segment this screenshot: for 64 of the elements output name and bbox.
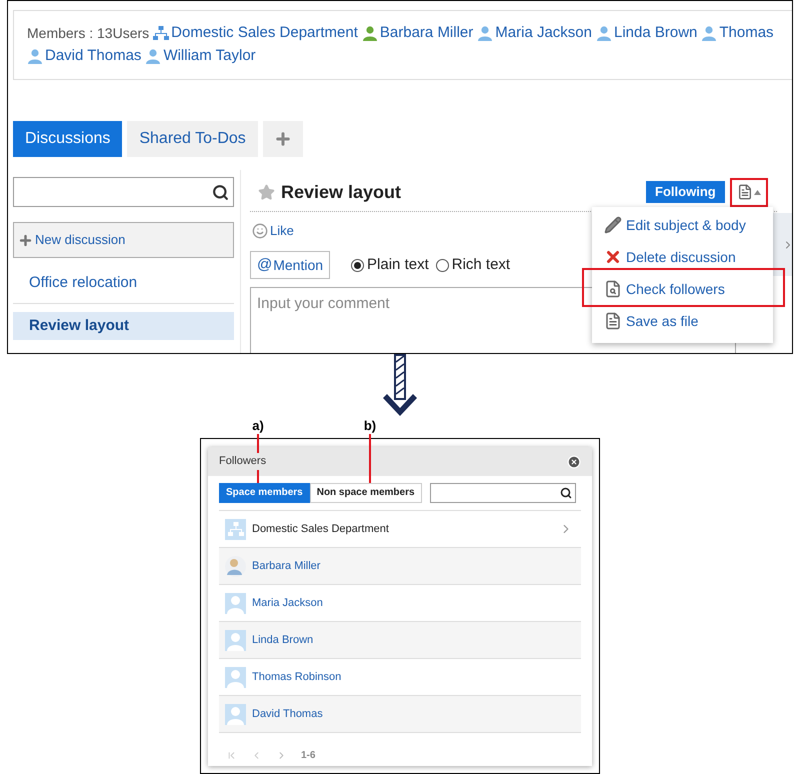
at-icon: @ <box>257 254 272 276</box>
member-link[interactable]: David Thomas <box>45 46 142 66</box>
menu-item[interactable]: Delete discussion <box>592 241 773 273</box>
user-avatar-icon <box>225 630 246 650</box>
follower-row[interactable]: David Thomas <box>219 696 581 733</box>
menu-button[interactable] <box>730 178 768 206</box>
org-chart-icon <box>225 518 246 540</box>
document-search-icon <box>604 280 622 298</box>
close-icon[interactable] <box>567 454 581 468</box>
user-avatar-icon <box>225 704 246 724</box>
page-range: 1-6 <box>301 749 316 763</box>
member-link[interactable]: Thomas <box>719 23 774 43</box>
discussion-item[interactable]: Office relocation <box>13 268 234 304</box>
radio-label: Rich text <box>452 254 510 275</box>
discussion-item[interactable]: Review layout <box>13 312 234 340</box>
radio-label: Plain text <box>367 254 429 275</box>
delete-icon <box>604 248 622 266</box>
search-field[interactable] <box>13 177 234 207</box>
caret-icon <box>754 190 761 194</box>
dialog-title: Followers <box>219 453 266 470</box>
follower-name: Linda Brown <box>252 632 314 648</box>
star-icon[interactable] <box>258 184 275 200</box>
follower-name: Maria Jackson <box>252 596 324 611</box>
tab[interactable]: Non space members <box>310 483 422 503</box>
document-icon <box>736 184 753 200</box>
smiley-icon <box>252 223 268 239</box>
follower-name: Barbara Miller <box>252 558 322 574</box>
follower-name: Domestic Sales Department <box>252 522 390 537</box>
tab[interactable]: Space members <box>219 483 310 503</box>
add-tab-button[interactable] <box>262 121 303 157</box>
first-page-icon[interactable] <box>226 750 237 761</box>
members-count: Members : 13Users <box>27 24 150 43</box>
tab[interactable]: Shared To-Dos <box>127 121 258 157</box>
member-link[interactable]: Barbara Miller <box>380 23 474 43</box>
leader-line <box>369 434 371 483</box>
menu-item[interactable]: Edit subject & body <box>592 209 773 241</box>
tab[interactable]: Discussions <box>13 121 122 157</box>
follower-name: Thomas Robinson <box>252 670 342 685</box>
search-field[interactable] <box>430 483 576 503</box>
mention-button[interactable]: @Mention <box>250 251 330 279</box>
follower-row[interactable]: Linda Brown <box>219 622 581 659</box>
like-link[interactable]: Like <box>270 221 294 241</box>
user-avatar-icon <box>225 666 246 688</box>
document-icon <box>604 312 622 330</box>
member-link[interactable]: William Taylor <box>163 46 256 66</box>
avatar-icon <box>225 556 246 576</box>
radio-button[interactable] <box>351 258 364 272</box>
member-link[interactable]: Domestic Sales Department <box>171 23 358 43</box>
callout-label: b) <box>362 418 378 434</box>
search-icon <box>212 184 229 200</box>
pencil-icon <box>604 216 622 234</box>
member-link[interactable]: Linda Brown <box>614 23 698 43</box>
plus-icon <box>274 130 292 148</box>
user-avatar-icon <box>225 592 246 614</box>
follower-name: David Thomas <box>252 706 324 722</box>
following-button[interactable]: Following <box>646 181 725 203</box>
member-link[interactable]: Maria Jackson <box>495 23 592 43</box>
radio-button[interactable] <box>436 258 449 272</box>
search-icon <box>560 487 572 499</box>
callout-label: a) <box>251 418 265 434</box>
new-discussion-button[interactable]: New discussion <box>13 222 234 258</box>
follower-row[interactable]: Barbara Miller <box>219 548 581 585</box>
discussion-title: Review layout <box>281 180 402 204</box>
plus-icon <box>18 232 33 248</box>
